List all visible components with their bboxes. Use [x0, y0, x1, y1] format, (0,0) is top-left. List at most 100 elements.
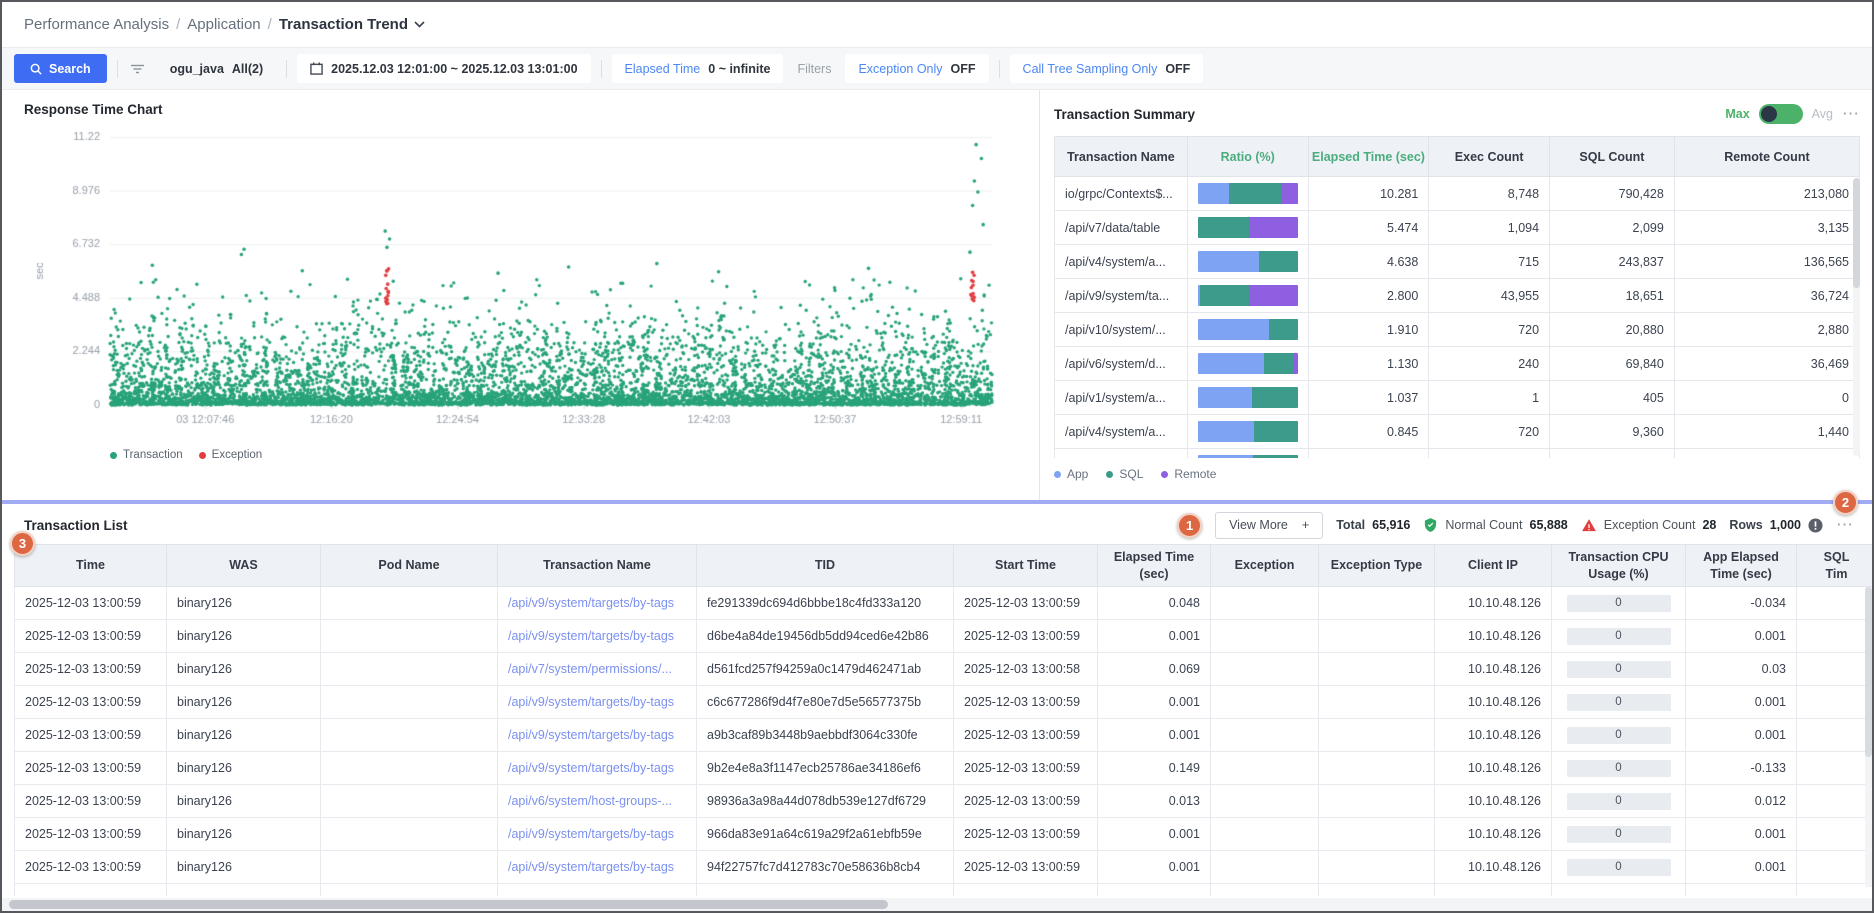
list-cell-sql_time	[1797, 719, 1873, 752]
date-range-picker[interactable]: 2025.12.03 12:01:00 ~ 2025.12.03 13:01:0…	[297, 54, 590, 83]
search-button[interactable]: Search	[14, 54, 107, 83]
list-col-header-pod[interactable]: Pod Name	[321, 545, 498, 587]
max-avg-toggle[interactable]	[1759, 104, 1803, 124]
list-cell-txn[interactable]: /api/v7/system/permissions/...	[498, 653, 697, 686]
exception-only-toggle[interactable]: Exception Only OFF	[845, 54, 988, 83]
list-horizontal-scrollbar[interactable]	[2, 898, 1872, 911]
list-col-header-cpu[interactable]: Transaction CPU Usage (%)	[1552, 545, 1686, 587]
toolbar-divider	[999, 60, 1000, 78]
list-cell-txn[interactable]: /api/v6/system/host-groups-...	[498, 785, 697, 818]
list-cell	[1686, 884, 1797, 897]
transaction-row[interactable]: 2025-12-03 13:00:59binary126/api/v9/syst…	[15, 587, 1873, 620]
transaction-row[interactable]: 2025-12-03 13:00:59binary126/api/v9/syst…	[15, 818, 1873, 851]
breadcrumb-performance-analysis[interactable]: Performance Analysis	[24, 16, 169, 33]
summary-row[interactable]: /api/v10/system/...1.91072020,8802,880	[1055, 313, 1860, 347]
transaction-row[interactable]: 2025-12-03 13:00:59binary126/api/v9/syst…	[15, 686, 1873, 719]
list-col-header-sql_time[interactable]: SQL Tim	[1797, 545, 1873, 587]
list-col-header-time[interactable]: Time	[15, 545, 167, 587]
list-cell-txn[interactable]: /api/v9/system/targets/by-tags	[498, 818, 697, 851]
list-col-header-exception[interactable]: Exception	[1211, 545, 1319, 587]
summary-legend-remote[interactable]: Remote	[1161, 467, 1216, 481]
summary-row[interactable]: /api/v7/data/table5.4741,0942,0993,135	[1055, 211, 1860, 245]
scrollbar-thumb[interactable]	[1865, 587, 1872, 757]
list-col-header-elapsed[interactable]: Elapsed Time (sec)	[1098, 545, 1211, 587]
filters-button[interactable]: Filters	[793, 62, 835, 76]
chevron-down-icon[interactable]	[414, 21, 425, 28]
exception-count-label: Exception Count	[1604, 518, 1696, 532]
list-menu-icon[interactable]: ⋯	[1836, 520, 1854, 530]
list-cell-exception	[1211, 587, 1319, 620]
list-cell-txn[interactable]: /api/v9/system/targets/by-tags	[498, 752, 697, 785]
list-col-header-was[interactable]: WAS	[167, 545, 321, 587]
list-cell-pod	[321, 686, 498, 719]
list-col-header-tid[interactable]: TID	[697, 545, 954, 587]
rows-value: 1,000	[1770, 518, 1801, 532]
ratio-bar	[1198, 455, 1298, 458]
agent-selector[interactable]: ogu_java All(2)	[157, 54, 276, 83]
list-cell-start: 2025-12-03 13:00:59	[954, 620, 1098, 653]
list-cell-txn[interactable]: /api/v9/system/targets/by-tags	[498, 851, 697, 884]
list-cell-exception	[1211, 818, 1319, 851]
summary-col-header[interactable]: Remote Count	[1674, 137, 1859, 177]
elapsed-time-filter[interactable]: Elapsed Time 0 ~ infinite	[612, 54, 784, 83]
transaction-row[interactable]: 2025-12-03 13:00:59binary126/api/v9/syst…	[15, 719, 1873, 752]
list-col-header-app_elapsed[interactable]: App Elapsed Time (sec)	[1686, 545, 1797, 587]
chart-legend-exception[interactable]: Exception	[199, 449, 263, 461]
list-cell-elapsed: 0.001	[1098, 818, 1211, 851]
list-cell-client_ip: 10.10.48.126	[1435, 818, 1552, 851]
summary-row[interactable]: /api/v4/system/a...4.638715243,837136,56…	[1055, 245, 1860, 279]
transaction-row[interactable]: 2025-12-03 13:00:59binary126/api/v9/syst…	[15, 620, 1873, 653]
summary-legend-app[interactable]: App	[1054, 467, 1088, 481]
list-col-header-client_ip[interactable]: Client IP	[1435, 545, 1552, 587]
summary-row[interactable]: /api/v9/system/ta...2.80043,95518,65136,…	[1055, 279, 1860, 313]
list-col-header-start[interactable]: Start Time	[954, 545, 1098, 587]
list-cell-exception_type	[1319, 620, 1435, 653]
chart-legend-transaction[interactable]: Transaction	[110, 449, 183, 461]
summary-col-header[interactable]: Elapsed Time (sec)	[1308, 137, 1429, 177]
transaction-row[interactable]: 2025-12-03 13:00:59binary126/api/v9/syst…	[15, 752, 1873, 785]
list-col-header-exception_type[interactable]: Exception Type	[1319, 545, 1435, 587]
list-cell-txn[interactable]: /api/v9/system/targets/by-tags	[498, 587, 697, 620]
summary-cell-remote-count: 36,469	[1674, 347, 1859, 381]
summary-cell-exec-count: 715	[1429, 245, 1550, 279]
summary-col-header[interactable]: Exec Count	[1429, 137, 1550, 177]
summary-row[interactable]: /api/v4/system/a...0.8457209,3601,440	[1055, 415, 1860, 449]
list-cell-txn[interactable]: /api/v9/system/targets/by-tags	[498, 686, 697, 719]
breadcrumb-current-transaction-trend[interactable]: Transaction Trend	[279, 16, 408, 33]
response-scatter-canvas[interactable]	[24, 121, 1024, 435]
max-toggle-label[interactable]: Max	[1725, 107, 1749, 121]
transaction-row[interactable]: 2025-12-03 13:00:59binary126/api/v7/syst…	[15, 653, 1873, 686]
view-more-button[interactable]: View More +	[1215, 512, 1323, 539]
toolbar-divider	[601, 60, 602, 78]
summary-row[interactable]: /api/v6/system/d...1.13024069,84036,469	[1055, 347, 1860, 381]
list-cell-time: 2025-12-03 13:00:59	[15, 719, 167, 752]
call-tree-sampling-toggle[interactable]: Call Tree Sampling Only OFF	[1010, 54, 1204, 83]
list-cell-client_ip: 10.10.48.126	[1435, 653, 1552, 686]
avg-toggle-label[interactable]: Avg	[1812, 107, 1833, 121]
scrollbar-thumb[interactable]	[1853, 178, 1860, 288]
list-cell-start: 2025-12-03 13:00:58	[954, 653, 1098, 686]
summary-vertical-scrollbar[interactable]	[1853, 178, 1860, 456]
legend-dot-icon	[1161, 471, 1168, 478]
summary-cell-name: /api/v9/system/ta...	[1055, 279, 1188, 313]
list-cell-txn[interactable]: /api/v9/system/targets/by-tags	[498, 719, 697, 752]
list-cell-txn[interactable]: /api/v9/system/targets/by-tags	[498, 620, 697, 653]
filter-sliders-icon[interactable]	[128, 63, 147, 75]
summary-legend-sql[interactable]: SQL	[1106, 467, 1143, 481]
summary-row[interactable]: io/grpc/Contexts$...10.2818,748790,42821…	[1055, 177, 1860, 211]
breadcrumb-application[interactable]: Application	[187, 16, 260, 33]
summary-col-header[interactable]: Transaction Name	[1055, 137, 1188, 177]
summary-row[interactable]: /api/v1/system/a...1.03714050	[1055, 381, 1860, 415]
scrollbar-thumb[interactable]	[9, 900, 888, 909]
info-icon[interactable]	[1808, 518, 1823, 533]
list-cell-elapsed: 0.013	[1098, 785, 1211, 818]
list-vertical-scrollbar[interactable]	[1865, 587, 1872, 887]
transaction-row[interactable]: 2025-12-03 13:00:59binary126/api/v9/syst…	[15, 851, 1873, 884]
list-col-header-txn[interactable]: Transaction Name	[498, 545, 697, 587]
cpu-usage-bar: 0	[1567, 694, 1671, 711]
summary-menu-icon[interactable]: ⋯	[1842, 109, 1860, 119]
summary-col-header[interactable]: Ratio (%)	[1187, 137, 1308, 177]
summary-col-header[interactable]: SQL Count	[1550, 137, 1675, 177]
rows-stat: Rows 1,000	[1729, 518, 1823, 533]
transaction-row[interactable]: 2025-12-03 13:00:59binary126/api/v6/syst…	[15, 785, 1873, 818]
